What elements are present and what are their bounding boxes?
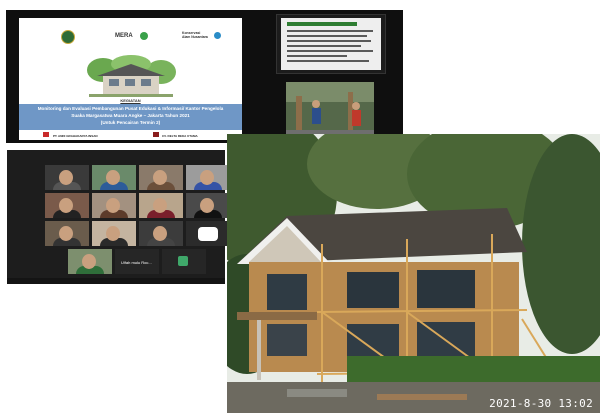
partner-logo-icon	[214, 32, 221, 39]
footer-left-text: PT. ANDI GRAHAKARYA INSAN	[53, 134, 98, 138]
participant-tile	[186, 165, 230, 190]
meeting-toolbar	[7, 278, 225, 284]
photo-timestamp: 2021-8-30 13:02	[489, 397, 593, 410]
participant-tile: Ulfah mulu Roc...	[115, 249, 159, 274]
site-workers-photo	[286, 82, 374, 140]
contractor-logo-icon	[43, 132, 49, 137]
participant-tile	[92, 221, 136, 246]
kegiatan-label: KEGIATAN	[120, 98, 141, 103]
presentation-slide: MERA Konservasi Alam Nusantara KEGIATAN …	[19, 18, 242, 140]
site-photo-inset	[286, 82, 374, 140]
slide-title-line3: (Untuk Pencairan Termin 2)	[100, 120, 161, 125]
document-page	[281, 18, 381, 70]
participant-tile	[92, 165, 136, 190]
participant-tile	[162, 249, 206, 274]
participant-tile	[68, 249, 112, 274]
partner-logo-text: Konservasi Alam Nusantara	[182, 31, 208, 39]
meeting-screen-slide: MERA Konservasi Alam Nusantara KEGIATAN …	[6, 10, 403, 143]
construction-scene	[227, 134, 600, 413]
participant-tile	[186, 193, 230, 218]
participant-tile	[45, 165, 89, 190]
slide-title-band: Monitoring dan Evaluasi Pembangunan Pusa…	[19, 104, 242, 130]
participant-tile	[139, 165, 183, 190]
participant-name: Ulfah mulu Roc...	[121, 260, 152, 265]
participant-tile	[139, 221, 183, 246]
video-call-grid: Ulfah mulu Roc...	[7, 150, 230, 284]
slide-footer: PT. ANDI GRAHAKARYA INSAN CV. DELTA REKA…	[19, 130, 242, 140]
participant-tile	[186, 221, 230, 246]
consultant-logo-icon	[153, 132, 159, 137]
mera-logo-text: MERA	[115, 33, 133, 39]
participant-tile	[45, 221, 89, 246]
participant-tile	[92, 193, 136, 218]
slide-title-line1: Monitoring dan Evaluasi Pembangunan Pusa…	[37, 106, 224, 111]
construction-photo: 2021-8-30 13:02	[227, 134, 600, 413]
footer-right-text: CV. DELTA REKA UTAMA	[162, 134, 198, 138]
mera-logo-icon	[140, 32, 148, 40]
participant-tile	[45, 193, 89, 218]
house-illustration	[87, 55, 176, 97]
slide-title-line2: Suaka Margasatwa Muara Angke – Jakarta T…	[71, 113, 190, 118]
participant-tile	[139, 193, 183, 218]
shared-document-window	[276, 14, 386, 74]
ministry-logo-icon	[61, 30, 75, 44]
